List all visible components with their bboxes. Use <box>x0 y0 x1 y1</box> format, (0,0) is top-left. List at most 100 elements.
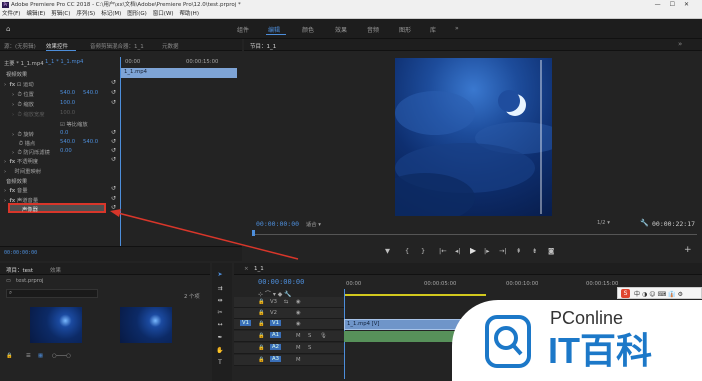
rotation-value[interactable]: 0.0 <box>60 130 68 136</box>
menu-file[interactable]: 文件(F) <box>2 11 20 17</box>
track-lock-icon[interactable]: 🔒 <box>258 345 265 351</box>
track-eye-icon[interactable]: ◉ <box>296 299 301 305</box>
menu-graphics[interactable]: 图形(G) <box>127 11 147 17</box>
mute-icon[interactable]: M <box>296 345 301 351</box>
export-frame-icon[interactable]: ◙ <box>548 247 554 255</box>
anchor-row[interactable]: ⏱ 锚点 <box>12 139 35 148</box>
video-frame[interactable] <box>395 58 552 216</box>
home-icon[interactable]: ⌂ <box>6 25 10 33</box>
source-v1-toggle[interactable]: V1 <box>240 320 251 326</box>
mark-in-icon[interactable]: { <box>405 247 409 255</box>
timeline-timecode[interactable]: 00:00:00:00 <box>258 278 304 286</box>
workspace-tab-assembly[interactable]: 组件 <box>237 25 249 34</box>
workspace-tab-audio[interactable]: 音频 <box>367 25 379 34</box>
ime-tool-icons[interactable]: 中◑☺⌨👔⚙ <box>634 289 685 298</box>
list-view-icon[interactable]: ☰ <box>26 353 31 359</box>
antiflicker-value[interactable]: 0.00 <box>60 148 72 154</box>
reset-position-icon[interactable]: ↺ <box>111 89 116 96</box>
position-x-value[interactable]: 540.0 <box>60 90 75 96</box>
menu-marker[interactable]: 标记(M) <box>101 11 121 17</box>
lift-icon[interactable]: ⇞ <box>516 247 521 255</box>
position-row[interactable]: › ⏱ 位置 <box>12 90 34 99</box>
track-v2[interactable]: 🔒 V2 ◉ <box>234 308 344 319</box>
track-a3[interactable]: 🔒 A3 M <box>234 355 344 366</box>
zoom-slider[interactable]: ○───○ <box>52 353 71 359</box>
project-search-input[interactable]: ⌕ <box>6 289 98 298</box>
solo-icon[interactable]: S <box>308 333 311 339</box>
track-eye-icon[interactable]: ◉ <box>296 321 301 327</box>
go-to-out-icon[interactable]: →| <box>499 247 507 255</box>
track-lock-icon[interactable]: 🔒 <box>258 321 265 327</box>
workspace-tab-editing[interactable]: 编辑 <box>268 25 280 34</box>
reset-opacity-icon[interactable]: ↺ <box>111 156 116 163</box>
project-thumbnail-2[interactable] <box>120 307 172 343</box>
reset-volume-icon[interactable]: ↺ <box>111 185 116 192</box>
icon-view-icon[interactable]: ▦ <box>38 353 43 359</box>
track-lock-icon[interactable]: 🔒 <box>258 299 265 305</box>
program-ruler[interactable] <box>252 231 697 235</box>
play-icon[interactable]: ▶ <box>470 246 476 255</box>
work-area-bar[interactable] <box>344 294 486 296</box>
workspace-tab-color[interactable]: 颜色 <box>302 25 314 34</box>
wrench-icon[interactable]: 🔧 <box>640 219 649 227</box>
resolution-dropdown[interactable]: 1/2 ▾ <box>597 220 610 226</box>
lock-icon[interactable]: 🔒 <box>6 353 13 359</box>
fit-dropdown[interactable]: 适合 ▾ <box>306 220 321 228</box>
track-v1[interactable]: V1 🔒 V1 ◉ <box>234 319 344 330</box>
type-tool-icon[interactable]: T <box>216 359 224 367</box>
motion-row[interactable]: › fx ⊡ 运动 <box>4 80 34 88</box>
antiflicker-row[interactable]: › ⏱ 防闪烁滤镜 <box>12 148 50 157</box>
position-y-value[interactable]: 540.0 <box>83 90 98 96</box>
tab-sequence[interactable]: 1_1 <box>254 266 264 272</box>
reset-scale-icon[interactable]: ↺ <box>111 99 116 106</box>
program-playhead[interactable] <box>252 230 255 236</box>
program-timecode[interactable]: 00:00:00:00 <box>256 220 299 228</box>
extract-icon[interactable]: ⇟ <box>532 247 537 255</box>
menu-help[interactable]: 帮助(H) <box>180 11 199 17</box>
minimize-icon[interactable]: — <box>655 1 670 8</box>
clip-header[interactable]: 主要 * 1_1.mp4 <box>4 59 44 67</box>
tab-program[interactable]: 节目：1_1 <box>250 42 276 50</box>
effect-timecode[interactable]: 00:00:00:00 <box>4 250 37 256</box>
pen-tool-icon[interactable]: ✒ <box>216 334 224 342</box>
mute-icon[interactable]: M <box>296 357 301 363</box>
add-marker-icon[interactable]: ▼ <box>385 247 390 255</box>
go-to-in-icon[interactable]: |← <box>439 247 447 255</box>
step-back-icon[interactable]: ◂| <box>455 247 460 255</box>
track-a1[interactable]: 🔒 A1 M S 🎙 <box>234 331 344 342</box>
reset-motion-icon[interactable]: ↺ <box>111 79 116 86</box>
track-sync-icon[interactable]: ⇆ <box>284 299 288 305</box>
tab-effect-controls[interactable]: 效果控件 <box>46 42 68 50</box>
track-lock-icon[interactable]: 🔒 <box>258 310 265 316</box>
workspace-tab-libraries[interactable]: 库 <box>430 25 436 34</box>
maximize-icon[interactable]: ☐ <box>670 1 684 8</box>
sequence-clip-dropdown[interactable]: 1_1 * 1_1.mp4 <box>45 59 83 65</box>
add-button-icon[interactable]: + <box>684 245 692 255</box>
menu-sequence[interactable]: 序列(S) <box>76 11 95 17</box>
volume-row[interactable]: › fx 音量 <box>4 186 28 194</box>
reset-antiflicker-icon[interactable]: ↺ <box>111 147 116 154</box>
menu-window[interactable]: 窗口(W) <box>153 11 174 17</box>
reset-rotation-icon[interactable]: ↺ <box>111 129 116 136</box>
mic-icon[interactable]: 🎙 <box>320 333 327 339</box>
ime-toolbar[interactable]: S 中◑☺⌨👔⚙ <box>617 287 702 299</box>
hand-tool-icon[interactable]: ✋ <box>216 347 224 355</box>
tab-effects[interactable]: 效果 <box>50 266 61 274</box>
ime-logo-icon[interactable]: S <box>621 289 630 298</box>
track-lock-icon[interactable]: 🔒 <box>258 357 265 363</box>
ripple-edit-tool-icon[interactable]: ⇹ <box>216 297 224 305</box>
scale-value[interactable]: 100.0 <box>60 100 75 106</box>
opacity-row[interactable]: › fx 不透明度 <box>4 157 38 165</box>
uniform-scale-checkbox[interactable]: ☑ 等比缩放 <box>60 120 88 128</box>
track-select-tool-icon[interactable]: ⇉ <box>216 285 224 293</box>
reset-anchor-icon[interactable]: ↺ <box>111 138 116 145</box>
panner-row-highlighted[interactable]: 声像器 <box>8 203 106 213</box>
track-v3[interactable]: 🔒 V3 ⇆ ◉ <box>234 297 344 308</box>
tab-audio-clip-mixer[interactable]: 音频剪辑混合器：1_1 <box>90 42 144 50</box>
workspace-tab-graphics[interactable]: 图形 <box>399 25 411 34</box>
scale-row[interactable]: › ⏱ 缩放 <box>12 100 34 109</box>
anchor-y-value[interactable]: 540.0 <box>83 139 98 145</box>
panel-menu-icon[interactable]: » <box>678 40 682 48</box>
project-thumbnail-1[interactable] <box>30 307 82 343</box>
selection-tool-icon[interactable]: ➤ <box>216 271 224 279</box>
